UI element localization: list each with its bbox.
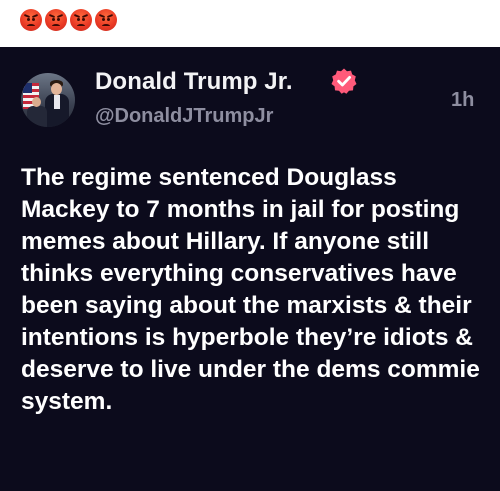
angry-face-icon (45, 9, 67, 31)
author-name[interactable]: Donald Trump Jr. (95, 68, 293, 96)
post-timestamp: 1h (451, 89, 475, 111)
verified-badge-icon (331, 68, 357, 94)
angry-face-icon (70, 9, 92, 31)
avatar[interactable] (21, 73, 75, 127)
reaction-bar (0, 0, 500, 47)
author-handle[interactable]: @DonaldJTrumpJr (95, 105, 273, 128)
post-card: Donald Trump Jr. @DonaldJTrumpJr 1h The … (0, 47, 500, 491)
angry-face-icon (95, 9, 117, 31)
angry-emoji-row (20, 9, 117, 31)
post-text: The regime sentenced Douglass Mackey to … (21, 164, 480, 415)
angry-face-icon (20, 9, 42, 31)
